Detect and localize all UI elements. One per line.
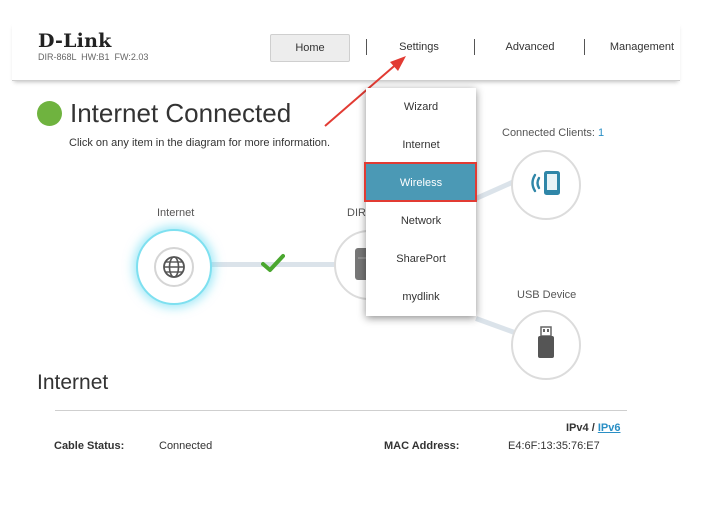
cable-status-value: Connected bbox=[159, 440, 213, 452]
ipv6-link[interactable]: IPv6 bbox=[598, 422, 621, 434]
menu-item-mydlink[interactable]: mydlink bbox=[366, 278, 476, 316]
connected-clients-label: Connected Clients: 1 bbox=[502, 127, 604, 139]
connection-status-title: Internet Connected bbox=[70, 98, 292, 128]
nav-separator bbox=[474, 39, 475, 55]
menu-item-wizard[interactable]: Wizard bbox=[366, 88, 476, 126]
ip-separator: / bbox=[591, 422, 595, 434]
connected-check-icon bbox=[261, 253, 285, 278]
connection-status-icon bbox=[37, 101, 62, 126]
usb-device-label: USB Device bbox=[517, 289, 577, 301]
mac-address-value: E4:6F:13:35:76:E7 bbox=[508, 440, 600, 452]
connected-clients-text: Connected Clients: bbox=[502, 127, 595, 139]
nav-advanced-button[interactable]: Advanced bbox=[490, 34, 570, 60]
menu-item-internet[interactable]: Internet bbox=[366, 126, 476, 164]
globe-icon bbox=[154, 247, 194, 287]
dlink-logo[interactable]: D-Link bbox=[38, 30, 111, 52]
nav-separator bbox=[584, 39, 585, 55]
mac-address-label: MAC Address: bbox=[384, 440, 460, 452]
section-divider bbox=[55, 410, 627, 411]
menu-item-shareport[interactable]: SharePort bbox=[366, 240, 476, 278]
internet-node-label: Internet bbox=[157, 207, 195, 219]
ipv4-tab[interactable]: IPv4 bbox=[566, 422, 589, 434]
router-node-label: DIR bbox=[347, 207, 366, 219]
wireless-highlight-box bbox=[364, 162, 477, 202]
settings-dropdown-menu: Wizard Internet Wireless Network SharePo… bbox=[366, 88, 476, 316]
router-usb-line bbox=[475, 316, 517, 336]
section-title: Internet bbox=[37, 371, 109, 394]
diagram-hint: Click on any item in the diagram for mor… bbox=[69, 137, 331, 149]
nav-management-button[interactable]: Management bbox=[606, 34, 678, 60]
menu-item-network[interactable]: Network bbox=[366, 202, 476, 240]
router-clients-line bbox=[474, 179, 516, 201]
connected-clients-count[interactable]: 1 bbox=[598, 127, 604, 139]
ip-version-toggle: IPv4 / IPv6 bbox=[566, 422, 620, 434]
cable-status-label: Cable Status: bbox=[54, 440, 125, 452]
model-info: DIR-868L HW:B1 FW:2.03 bbox=[38, 52, 149, 62]
usb-device-node[interactable] bbox=[511, 310, 581, 380]
internet-node[interactable] bbox=[136, 229, 212, 305]
usb-drive-icon bbox=[536, 325, 556, 365]
wireless-device-icon bbox=[528, 169, 564, 202]
connected-clients-node[interactable] bbox=[511, 150, 581, 220]
